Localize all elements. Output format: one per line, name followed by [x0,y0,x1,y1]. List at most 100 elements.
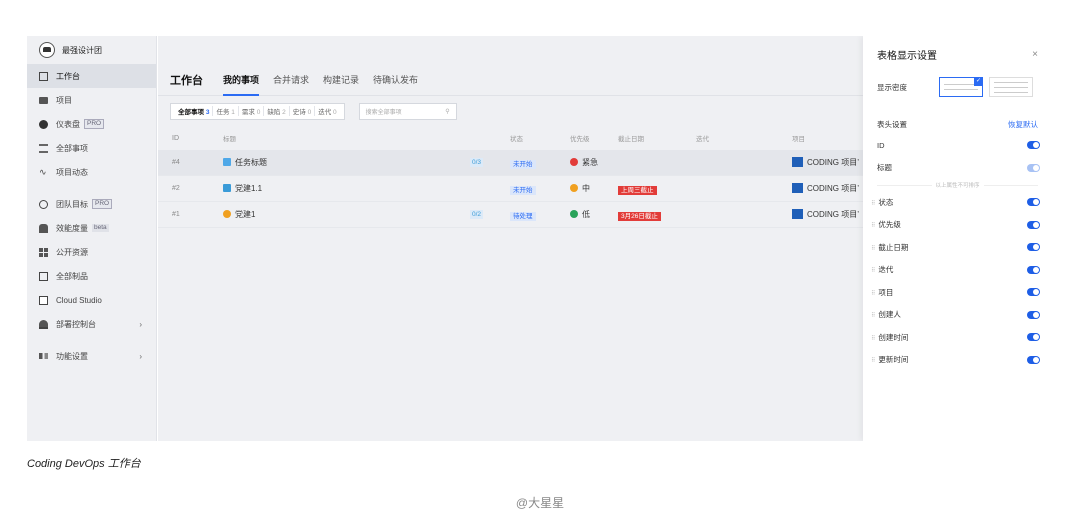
column-toggle-row[interactable]: ⠿ 更新时间 [863,349,1052,372]
bug-icon [223,210,231,218]
filter-requirement[interactable]: 需求 0 [239,106,265,116]
task-icon [223,158,231,166]
priority-low-icon [570,210,578,218]
figure-caption: Coding DevOps 工作台 [27,458,141,470]
drawer-title: 表格显示设置 [877,50,937,62]
page-title: 工作台 [170,74,203,87]
sidebar-item-team-goals[interactable]: 团队目标 PRO [27,192,156,216]
sidebar-item-workbench[interactable]: 工作台 [27,64,156,88]
sidebar-item-settings[interactable]: 功能设置 › [27,344,156,368]
column-toggle-row[interactable]: ⠿ 状态 [863,191,1052,214]
col-iteration[interactable]: 迭代 [696,133,709,143]
table-row[interactable]: #2 党建1.1 未开始 中 上周三截止 CODING 项目’ [158,176,863,202]
status-badge[interactable]: 未开始 [510,184,536,195]
drag-handle-icon[interactable]: ⠿ [871,268,875,274]
col-title[interactable]: 标题 [223,133,236,143]
check-icon: ✓ [974,77,983,86]
filter-bug[interactable]: 缺陷 2 [264,106,290,116]
col-id[interactable]: ID [172,135,179,142]
column-toggle[interactable] [1027,333,1040,342]
column-toggle[interactable] [1027,288,1040,297]
subtask-count: 0/2 [470,210,484,219]
sidebar-item-all-issues[interactable]: 全部事项 [27,136,156,160]
sidebar-item-projects[interactable]: 项目 [27,88,156,112]
column-toggle[interactable] [1027,355,1040,364]
search-input[interactable]: 搜索全部事项 ⚲ [358,102,457,120]
tab-builds[interactable]: 构建记录 [323,64,359,96]
filter-epic[interactable]: 史诗 0 [290,106,316,116]
due-date[interactable]: 3月26日截止 [618,210,661,221]
column-toggle-row[interactable]: ⠿ 创建人 [863,304,1052,327]
col-status[interactable]: 状态 [510,133,523,143]
drawer-header: 表格显示设置 × [863,36,1052,72]
column-toggle[interactable] [1027,243,1040,252]
sidebar-item-activity[interactable]: ∿ 项目动态 [27,160,156,184]
top-bar [158,36,863,64]
close-icon[interactable]: × [1032,49,1038,60]
col-due[interactable]: 截止日期 [618,133,644,143]
team-switcher[interactable]: 最强设计团 [27,36,156,64]
drag-handle-icon[interactable]: ⠿ [871,313,875,319]
board-icon [39,71,48,81]
column-toggle-row[interactable]: ⠿ 创建时间 [863,326,1052,349]
density-loose-option[interactable] [989,77,1033,97]
project-cell[interactable]: CODING 项目’ [792,209,859,220]
tab-merge-requests[interactable]: 合并请求 [273,64,309,96]
density-label: 显示密度 [877,82,907,92]
column-toggle [1027,163,1040,172]
sidebar-item-cloud-studio[interactable]: Cloud Studio [27,288,156,312]
due-date[interactable]: 上周三截止 [618,184,657,195]
column-toggle[interactable] [1027,220,1040,229]
drag-handle-icon[interactable]: ⠿ [871,336,875,342]
tab-my-issues[interactable]: 我的事项 [223,64,260,96]
people-icon [39,223,48,233]
issue-title[interactable]: 任务标题 [223,157,267,168]
table-settings-drawer: 表格显示设置 × 显示密度 ✓ 表头设置 恢复默认 ID 标题 以上属性不可排序… [863,36,1052,441]
priority[interactable]: 低 [570,209,590,220]
column-toggle[interactable] [1027,265,1040,274]
column-toggle-row[interactable]: ⠿ 迭代 [863,259,1052,282]
tab-pending-release[interactable]: 待确认发布 [373,64,418,96]
column-toggle[interactable] [1027,310,1040,319]
project-cell[interactable]: CODING 项目’ [792,157,859,168]
col-project[interactable]: 项目 [792,133,805,143]
drag-handle-icon[interactable]: ⠿ [871,201,875,207]
box-icon [39,271,48,281]
issue-title[interactable]: 党建1 [223,209,255,220]
column-toggle-row[interactable]: ⠿ 截止日期 [863,236,1052,259]
project-cell[interactable]: CODING 项目’ [792,183,859,194]
issue-title[interactable]: 党建1.1 [223,183,262,194]
column-toggle[interactable] [1027,198,1040,207]
drag-handle-icon[interactable]: ⠿ [871,246,875,252]
team-logo-icon [39,42,55,58]
search-icon: ⚲ [445,108,450,115]
drag-handle-icon[interactable]: ⠿ [871,291,875,297]
column-toggle-row[interactable]: ⠿ 优先级 [863,214,1052,237]
sidebar-item-artifacts[interactable]: 全部制品 [27,264,156,288]
settings-icon [39,353,48,359]
sidebar-item-dashboard[interactable]: 仪表盘 PRO [27,112,156,136]
priority[interactable]: 中 [570,183,590,194]
table-row[interactable]: #4 任务标题 0/3 未开始 紧急 CODING 项目’ [158,150,863,176]
filter-iteration[interactable]: 迭代 0 [315,106,339,116]
status-badge[interactable]: 待处理 [510,210,536,221]
sidebar-item-metrics[interactable]: 效能度量 beta [27,216,156,240]
col-priority[interactable]: 优先级 [570,133,590,143]
sidebar-item-deploy-console[interactable]: 部署控制台 › [27,312,156,336]
project-icon [792,157,803,167]
column-toggle[interactable] [1027,141,1040,150]
app-window: 最强设计团 工作台 项目 仪表盘 PRO 全部事项 ∿ 项目动态 团队目标 PRO 效… [27,36,1052,441]
sidebar-item-public-resources[interactable]: 公开资源 [27,240,156,264]
density-compact-option[interactable]: ✓ [939,77,983,97]
filter-all[interactable]: 全部事项 3 [175,106,214,116]
status-badge[interactable]: 未开始 [510,158,536,169]
drag-handle-icon[interactable]: ⠿ [871,358,875,364]
table-row[interactable]: #1 党建1 0/2 待处理 低 3月26日截止 CODING 项目’ [158,202,863,228]
restore-default-link[interactable]: 恢复默认 [1008,119,1038,130]
drag-handle-icon[interactable]: ⠿ [871,223,875,229]
grid-icon [39,247,48,257]
filter-task[interactable]: 任务 1 [213,106,239,116]
search-placeholder: 搜索全部事项 [365,109,402,116]
column-toggle-row[interactable]: ⠿ 项目 [863,281,1052,304]
priority[interactable]: 紧急 [570,157,598,168]
